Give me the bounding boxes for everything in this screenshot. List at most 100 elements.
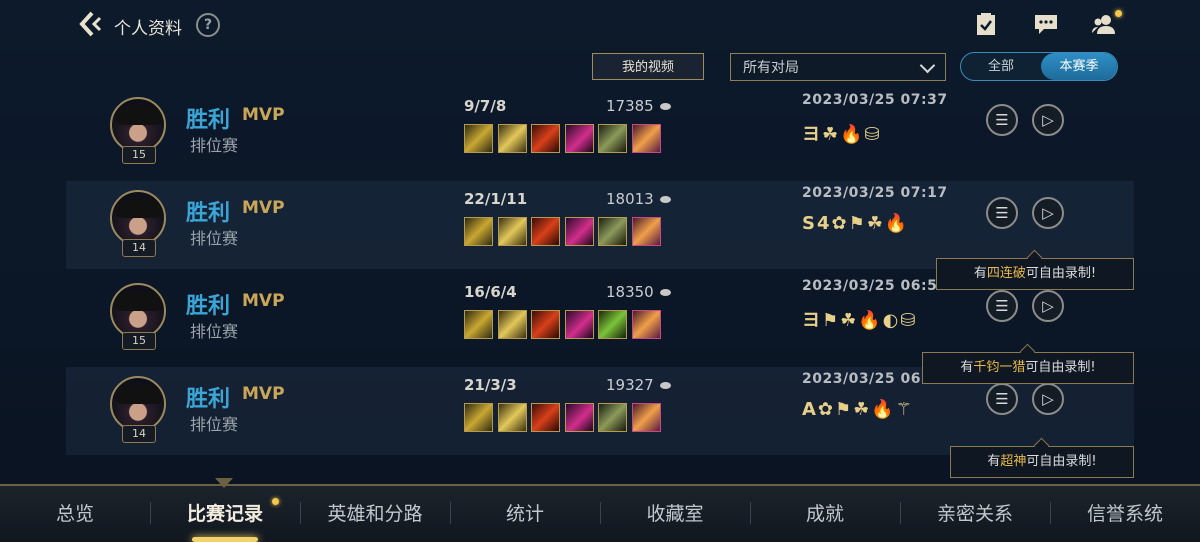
match-date: 2023/03/25 06:54 [802,278,948,294]
gold-amount: 17385 [606,97,654,115]
mvp-badge: MVP [242,198,285,218]
chat-icon[interactable] [1032,10,1060,38]
game-mode: 排位赛 [190,136,239,155]
match-row[interactable]: 15 胜利 MVP 排位赛 9/7/8 17385 2023/03/25 07:… [66,88,1134,176]
details-list-button[interactable]: ☰ [986,383,1018,415]
replay-play-button[interactable]: ▷ [1032,290,1064,322]
item-build [464,124,665,157]
match-date: 2023/03/25 07:37 [802,92,948,108]
help-icon[interactable]: ? [196,13,220,37]
tip-suffix: 可自由录制! [1025,266,1097,281]
back-icon[interactable] [78,10,106,38]
record-tip[interactable]: 有四连破可自由录制! [936,258,1134,290]
season-toggle[interactable]: 全部 本赛季 [960,52,1118,81]
item-icon [497,217,527,246]
champion-level: 14 [122,239,156,257]
record-tip[interactable]: 有超神可自由录制! [950,446,1134,478]
gold-amount: 18013 [606,190,654,208]
tab-honor-system[interactable]: 信誉系统 [1050,486,1200,542]
mvp-badge: MVP [242,291,285,311]
trinket-icon [631,310,661,339]
kda: 22/1/11 [464,190,528,208]
item-icon [564,124,594,153]
match-result: 胜利 [186,108,231,133]
item-icon [464,403,493,432]
game-mode: 排位赛 [190,229,239,248]
item-build [464,403,665,436]
item-icon [497,403,527,432]
trinket-icon [631,124,661,153]
gold-amount: 19327 [606,376,654,394]
match-row[interactable]: 14 胜利 MVP 排位赛 22/1/11 18013 2023/03/25 0… [66,181,1134,269]
gold-coin-icon [660,289,671,296]
item-icon [598,217,627,246]
mvp-badge: MVP [242,384,285,404]
champion-level: 15 [122,332,156,350]
champion-avatar [110,376,166,432]
game-mode: 排位赛 [190,322,239,341]
champion-avatar [110,97,166,153]
item-icon [497,310,527,339]
tip-highlight: 千钧一猎 [973,360,1026,375]
champion-avatar [110,190,166,246]
friends-icon[interactable] [1090,10,1118,38]
details-list-button[interactable]: ☰ [986,104,1018,136]
my-videos-button[interactable]: 我的视频 [592,53,704,80]
item-icon [564,310,594,339]
trinket-icon [631,217,661,246]
tab-match-history[interactable]: 比赛记录 [150,486,300,542]
item-icon [531,124,560,153]
toggle-season[interactable]: 本赛季 [1041,53,1117,80]
notification-dot [1115,10,1122,17]
tab-relationships[interactable]: 亲密关系 [900,486,1050,542]
replay-play-button[interactable]: ▷ [1032,383,1064,415]
match-date: 2023/03/25 07:17 [802,185,948,201]
item-icon [598,310,627,339]
match-result: 胜利 [186,294,231,319]
toggle-all[interactable]: 全部 [961,53,1041,80]
item-icon [531,217,560,246]
achievement-badges: ヨ☘🔥⛁ [802,124,882,145]
match-filter-value: 所有对局 [743,60,799,76]
kda: 16/6/4 [464,283,517,301]
chevron-down-icon [919,57,936,74]
champion-level: 15 [122,146,156,164]
replay-play-button[interactable]: ▷ [1032,197,1064,229]
details-list-button[interactable]: ☰ [986,290,1018,322]
item-icon [564,217,594,246]
achievement-badges: S4✿⚑☘🔥 [802,213,910,234]
record-tip[interactable]: 有千钧一猎可自由录制! [922,352,1134,384]
match-filter-select[interactable]: 所有对局 [730,53,946,81]
gold-coin-icon [660,382,671,389]
kda: 21/3/3 [464,376,517,394]
tip-highlight: 超神 [1000,454,1027,469]
item-icon [464,310,493,339]
item-icon [598,124,627,153]
match-result: 胜利 [186,387,231,412]
notification-dot [272,498,279,505]
tab-heroes-lanes[interactable]: 英雄和分路 [300,486,450,542]
tab-stats[interactable]: 统计 [450,486,600,542]
item-build [464,217,665,250]
tab-achievements[interactable]: 成就 [750,486,900,542]
item-icon [464,217,493,246]
details-list-button[interactable]: ☰ [986,197,1018,229]
mvp-badge: MVP [242,105,285,125]
gold-coin-icon [660,103,671,110]
gold-coin-icon [660,196,671,203]
item-icon [531,310,560,339]
item-icon [598,403,627,432]
achievement-badges: ヨ⚑☘🔥◐⛁ [802,310,918,331]
item-icon [464,124,493,153]
tab-overview[interactable]: 总览 [0,486,150,542]
page-title: 个人资料 [114,19,182,39]
replay-play-button[interactable]: ▷ [1032,104,1064,136]
gold-amount: 18350 [606,283,654,301]
game-mode: 排位赛 [190,415,239,434]
tab-collection[interactable]: 收藏室 [600,486,750,542]
bottom-nav: 总览 比赛记录 英雄和分路 统计 收藏室 成就 亲密关系 信誉系统 [0,478,1200,542]
tip-suffix: 可自由录制! [1025,360,1096,375]
item-icon [497,124,527,153]
checklist-icon[interactable] [972,10,1000,38]
item-icon [531,403,560,432]
